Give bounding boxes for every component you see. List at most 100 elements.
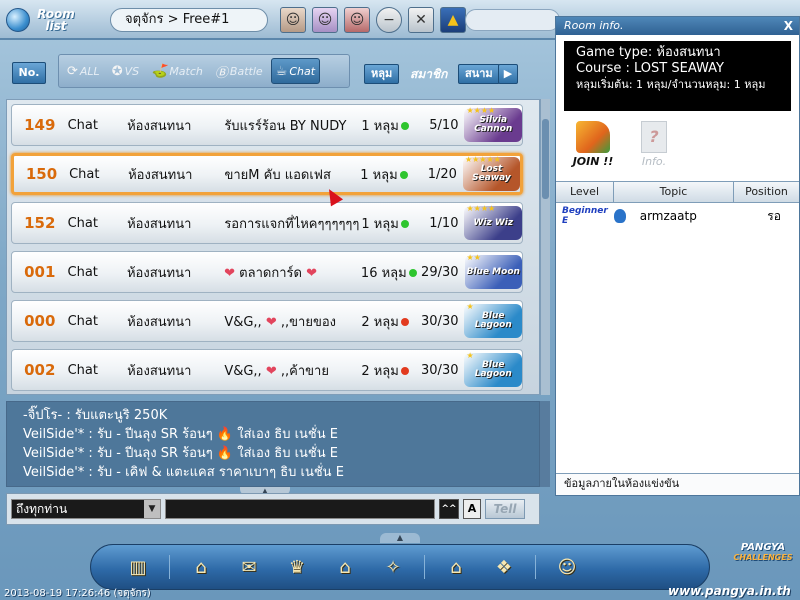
dock-separator [535, 555, 536, 579]
room-list-label: Room list [37, 7, 75, 33]
room-type-tabs: ⟳ ALL ✪ VS ⛳ Match Ⓑ Battle ☕ Chat [58, 54, 350, 88]
exit-icon[interactable]: ☺ [550, 551, 584, 583]
tab-match[interactable]: ⛳ Match [147, 58, 207, 84]
room-players: 29/30 [421, 264, 459, 280]
pangya-logo: PANGYA CHALLENGES [733, 542, 793, 562]
chat-scrollbar[interactable] [540, 401, 550, 487]
sort-number-button[interactable]: No. [12, 62, 46, 84]
refresh-icon: ⟳ [67, 63, 78, 79]
course-badge: ★★★★ Wiz Wiz [464, 204, 523, 240]
hole-info: หลุมเริ่มต้น: 1 หลุม/จำนวนหลุม: 1 หลุม [576, 78, 766, 91]
emote-toggle[interactable]: ^^ [439, 499, 459, 519]
room-name: รับแรร์ร้อน BY NUDY [224, 118, 347, 134]
star-icon: ★★ [466, 253, 481, 262]
table-row[interactable]: 000 Chat ห้องสนทนา V&G,, ❤ ,,ขายของ 2 หลุม 30… [11, 300, 523, 342]
room-type: Chat [67, 215, 98, 231]
heart-icon: ❤ [224, 265, 236, 281]
chat-input[interactable] [165, 499, 435, 519]
tab-chat[interactable]: ☕ Chat [270, 58, 321, 84]
heart-icon: ❤ [265, 314, 277, 330]
trophy-icon[interactable]: ♛ [280, 551, 314, 583]
next-page-button[interactable]: ▶ [498, 64, 518, 84]
table-row[interactable]: 152 Chat ห้องสนทนา รอการแจกที่ไหคๆๆๆๆๆๆ 1 หล… [11, 202, 523, 244]
scrollbar-thumb[interactable] [542, 119, 549, 199]
tab-vs[interactable]: ✪ VS [108, 58, 143, 84]
shop-icon[interactable]: ⌂ [184, 551, 218, 583]
room-number: 150 [25, 165, 58, 183]
column-level[interactable]: Level [556, 182, 614, 202]
puzzle-icon[interactable]: ✧ [376, 551, 410, 583]
player-level: Beginner E [562, 206, 608, 226]
avatar-icon[interactable]: ☺ [312, 7, 338, 33]
house-icon[interactable]: ⌂ [328, 551, 362, 583]
star-icon: ★ [466, 351, 474, 360]
room-holes: 16 หลุม [361, 262, 417, 283]
globe-icon [6, 8, 30, 32]
room-type: Chat [69, 166, 100, 182]
room-holes: 1 หลุม [361, 115, 413, 136]
room-info-summary: Game type: ห้องสนทนา Course : LOST SEAWA… [564, 41, 791, 111]
avatar-icon[interactable]: ☺ [344, 7, 370, 33]
room-type: Chat [67, 117, 98, 133]
course-badge: ★★ Blue Moon [464, 253, 522, 289]
room-list-logo[interactable]: Room list [6, 4, 90, 36]
chat-input-bar: ถึงทุกท่าน ▼ ^^ A Tell [6, 493, 540, 525]
minus-icon[interactable]: − [376, 7, 402, 33]
room-info-titlebar: Room info. X [556, 17, 799, 35]
bottom-dock: ▥ ⌂ ✉ ♛ ⌂ ✧ ⌂ ❖ ☺ [90, 544, 710, 590]
chart-icon[interactable]: ▲ [440, 7, 466, 33]
sort-members-label[interactable]: สมาชิก [410, 65, 447, 84]
door-icon[interactable]: ▥ [121, 551, 155, 583]
top-search-field[interactable] [465, 9, 560, 31]
chat-log: -จิ๊ปโร- : รับแตะนูริ 250K VeilSide'* : … [6, 401, 540, 487]
gift-icon[interactable]: ✉ [232, 551, 266, 583]
font-toggle[interactable]: A [463, 499, 481, 519]
vs-icon: ✪ [111, 63, 123, 79]
chat-icon: ☕ [275, 63, 288, 79]
sort-course-button[interactable]: สนาม [458, 64, 500, 84]
avatar-icon[interactable]: ☺ [280, 7, 306, 33]
cards-icon[interactable]: ❖ [487, 551, 521, 583]
table-row[interactable]: 149 Chat ห้องสนทนา รับแรร์ร้อน BY NUDY 1 หลุ… [11, 104, 523, 146]
star-icon: ★★★★ [466, 106, 496, 115]
column-topic[interactable]: Topic [614, 182, 734, 202]
close-icon[interactable]: ✕ [408, 7, 434, 33]
chat-line: VeilSide'* : รับ - เคิฟ & แตะแคส ราคาเบา… [23, 465, 344, 480]
sort-holes-button[interactable]: หลุม [364, 64, 400, 84]
site-url: www.pangya.in.th [668, 584, 791, 598]
tab-all[interactable]: ⟳ ALL [63, 58, 104, 84]
join-button[interactable]: JOIN !! [568, 121, 618, 168]
players-table-header: Level Topic Position [556, 181, 799, 203]
chevron-down-icon[interactable]: ▼ [144, 500, 160, 518]
home-icon[interactable]: ⌂ [439, 551, 473, 583]
room-list: 149 Chat ห้องสนทนา รับแรร์ร้อน BY NUDY 1 หลุ… [6, 99, 540, 395]
heart-icon: ❤ [265, 363, 277, 379]
room-mode: ห้องสนทนา [126, 265, 192, 281]
room-mode: ห้องสนทนา [127, 314, 192, 330]
room-list-scrollbar[interactable] [540, 99, 550, 395]
dock-separator [169, 555, 170, 579]
room-mode: ห้องสนทนา [127, 216, 192, 232]
status-dot [399, 171, 408, 179]
room-info-panel: Room info. X Game type: ห้องสนทนา Course… [555, 16, 800, 496]
room-type: Chat [67, 313, 98, 329]
table-row[interactable]: 001 Chat ห้องสนทนา ❤ ตลาดการ์ด ❤ 16 หลุม 29/… [11, 251, 523, 293]
dock-collapse-handle[interactable]: ▲ [380, 533, 420, 543]
table-row[interactable]: Beginner E armzaatp รอ [556, 203, 799, 229]
location-breadcrumb: จตุจักร > Free#1 [110, 8, 268, 32]
course-name: Course : LOST SEAWAY [576, 61, 724, 76]
table-row[interactable]: 150 Chat ห้องสนทนา ขายM คับ แอดเฟส 1 หลุม 1/2… [11, 153, 523, 195]
tab-battle[interactable]: Ⓑ Battle [211, 58, 267, 84]
column-position[interactable]: Position [734, 182, 799, 202]
course-badge: ★ Blue Lagoon [464, 351, 523, 387]
room-info-actions: JOIN !! ? Info. [556, 111, 799, 181]
info-button[interactable]: ? Info. [634, 121, 674, 168]
tell-button[interactable]: Tell [485, 499, 525, 519]
chat-target-select[interactable]: ถึงทุกท่าน ▼ [11, 499, 161, 519]
room-holes: 2 หลุม [361, 360, 413, 381]
close-icon[interactable]: X [784, 17, 793, 35]
table-row[interactable]: 002 Chat ห้องสนทนา V&G,, ❤ ,,ค้าขาย 2 หลุม 30… [11, 349, 523, 391]
player-position: รอ [767, 208, 781, 223]
room-name: ขายM คับ แอดเฟส [224, 167, 331, 183]
room-number: 000 [24, 312, 56, 330]
